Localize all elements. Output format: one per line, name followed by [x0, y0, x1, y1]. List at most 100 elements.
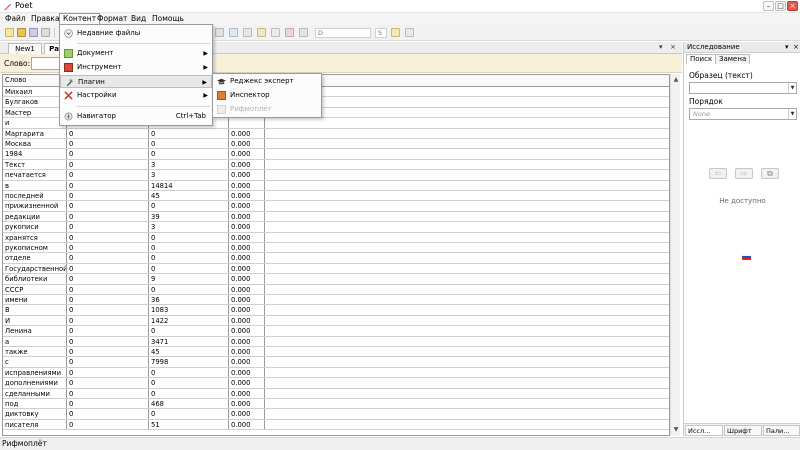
- menu-item-tool[interactable]: Инструмент ▶: [60, 61, 212, 74]
- cell-word: прижизненной: [3, 201, 67, 211]
- table-row[interactable]: В 0 1083 0.000: [3, 305, 669, 316]
- minimize-button[interactable]: –: [763, 1, 774, 11]
- cell-ratio: 0.000: [229, 388, 265, 398]
- cell-count-2: 0: [149, 253, 229, 263]
- size-combo[interactable]: S: [375, 28, 387, 38]
- open-folder-icon[interactable]: [17, 28, 26, 37]
- maximize-button[interactable]: □: [775, 1, 786, 11]
- table-row[interactable]: печатается 0 3 0.000: [3, 170, 669, 181]
- cell-count-2: 1083: [149, 305, 229, 315]
- chevron-down-icon[interactable]: ▼: [788, 83, 796, 93]
- table-row[interactable]: а 0 3471 0.000: [3, 336, 669, 347]
- pin-icon[interactable]: ▾: [659, 43, 663, 51]
- menu-edit[interactable]: Правка: [28, 13, 63, 25]
- table-row[interactable]: Государственной 0 0 0.000: [3, 263, 669, 275]
- table-row[interactable]: Ленина 0 0 0.000: [3, 326, 669, 337]
- research-panel: Исследование ▾ × Поиск Замена Образец (т…: [683, 42, 800, 436]
- menu-item-inspector[interactable]: Инспектор: [213, 89, 321, 102]
- cell-ratio: 0.000: [229, 419, 265, 430]
- menu-item-regex-expert[interactable]: Реджекс эксперт: [213, 75, 321, 88]
- tab-palette[interactable]: Пали...: [763, 425, 800, 436]
- menu-file[interactable]: Файл: [2, 13, 29, 25]
- table-row[interactable]: диктовку 0 0 0.000: [3, 409, 669, 420]
- menu-item-plugin[interactable]: Плагин ▶: [60, 75, 212, 88]
- tab-replace[interactable]: Замена: [715, 54, 751, 64]
- close-tab-icon[interactable]: ×: [670, 43, 676, 51]
- paragraph-icon[interactable]: [257, 28, 266, 37]
- order-combo[interactable]: None ▼: [689, 108, 797, 120]
- table-row[interactable]: имени 0 36 0.000: [3, 295, 669, 306]
- table-row[interactable]: редакции 0 39 0.000: [3, 211, 669, 223]
- table-row[interactable]: 1984 0 0 0.000: [3, 149, 669, 160]
- menu-item-navigator[interactable]: Навигатор Ctrl+Tab: [60, 110, 212, 123]
- column-header-5: [265, 75, 669, 86]
- cell-ratio: 0.000: [229, 284, 265, 294]
- save-icon[interactable]: [29, 28, 38, 37]
- cell-empty: [265, 389, 669, 398]
- format-icon[interactable]: [405, 28, 414, 37]
- tools-icon[interactable]: [299, 28, 308, 37]
- chevron-down-icon[interactable]: ▼: [788, 109, 796, 119]
- cell-ratio: 0.000: [229, 347, 265, 357]
- table-row[interactable]: также 0 45 0.000: [3, 347, 669, 358]
- new-file-icon[interactable]: [5, 28, 14, 37]
- cell-count-2: 0: [149, 378, 229, 388]
- table-row[interactable]: последней 0 45 0.000: [3, 191, 669, 202]
- scroll-down-icon[interactable]: ▼: [672, 426, 680, 434]
- table-vertical-scrollbar[interactable]: ▲ ▼: [670, 74, 680, 436]
- cell-ratio: 0.000: [229, 263, 265, 274]
- cell-empty: [265, 337, 669, 346]
- table-row[interactable]: писателя 0 51 0.000: [3, 419, 669, 431]
- cell-count-2: 3471: [149, 336, 229, 346]
- menu-item-label: Инструмент: [77, 63, 122, 71]
- table-row[interactable]: дополнениями 0 0 0.000: [3, 378, 669, 389]
- indent-icon[interactable]: [243, 28, 252, 37]
- menu-item-document[interactable]: Документ ▶: [60, 47, 212, 60]
- column-header-word[interactable]: Слово: [3, 75, 67, 86]
- tab-research[interactable]: Иссл...: [685, 425, 723, 436]
- back-arrow-button[interactable]: ⇦: [709, 168, 727, 179]
- sample-combo[interactable]: ▼: [689, 82, 797, 94]
- scroll-up-icon[interactable]: ▲: [672, 76, 680, 84]
- find-icon[interactable]: [215, 28, 224, 37]
- tab-new1[interactable]: New1: [8, 43, 42, 54]
- font-combo[interactable]: D: [315, 28, 371, 38]
- table-row[interactable]: рукописном 0 0 0.000: [3, 243, 669, 254]
- table-row[interactable]: Текст 0 3 0.000: [3, 159, 669, 171]
- table-row[interactable]: библиотеки 0 9 0.000: [3, 274, 669, 285]
- table-row[interactable]: И 0 1422 0.000: [3, 315, 669, 327]
- save-all-icon[interactable]: [41, 28, 50, 37]
- table-row[interactable]: Москва 0 0 0.000: [3, 139, 669, 150]
- cell-count-1: 0: [67, 399, 149, 409]
- table-row[interactable]: под 0 468 0.000: [3, 399, 669, 410]
- cell-count-1: 0: [67, 170, 149, 180]
- cell-count-2: 0: [149, 243, 229, 253]
- menu-item-label: Рифмоплёт: [230, 105, 272, 113]
- menu-item-recent-files[interactable]: Недавние файлы: [60, 27, 212, 40]
- tab-font[interactable]: Шрифт: [724, 425, 762, 436]
- table-row[interactable]: хранятся 0 0 0.000: [3, 232, 669, 243]
- menu-item-settings[interactable]: Настройки ▶: [60, 89, 212, 102]
- cell-word: отделе: [3, 253, 67, 263]
- table-row[interactable]: в 0 14814 0.000: [3, 180, 669, 191]
- panel-close-icon[interactable]: ×: [793, 42, 799, 53]
- copy-button[interactable]: ⧉: [761, 168, 779, 179]
- table-row[interactable]: с 0 7998 0.000: [3, 357, 669, 368]
- panel-pin-icon[interactable]: ▾: [785, 42, 789, 53]
- list-icon[interactable]: [229, 28, 238, 37]
- cell-word: печатается: [3, 170, 67, 180]
- table-row[interactable]: рукописи 0 3 0.000: [3, 222, 669, 233]
- table-row[interactable]: исправлениями 0 0 0.000: [3, 367, 669, 379]
- braces-icon[interactable]: [271, 28, 280, 37]
- table-row[interactable]: сделанными 0 0 0.000: [3, 388, 669, 399]
- forward-arrow-button[interactable]: ⇨: [735, 168, 753, 179]
- table-row[interactable]: Маргарита 0 0 0.000: [3, 128, 669, 139]
- tab-search[interactable]: Поиск: [686, 54, 717, 64]
- cell-word: 1984: [3, 149, 67, 159]
- color-icon[interactable]: [285, 28, 294, 37]
- close-button[interactable]: ×: [787, 1, 798, 11]
- table-row[interactable]: отделе 0 0 0.000: [3, 253, 669, 264]
- highlight-icon[interactable]: [391, 28, 400, 37]
- table-row[interactable]: прижизненной 0 0 0.000: [3, 201, 669, 212]
- table-row[interactable]: СССР 0 0 0.000: [3, 284, 669, 295]
